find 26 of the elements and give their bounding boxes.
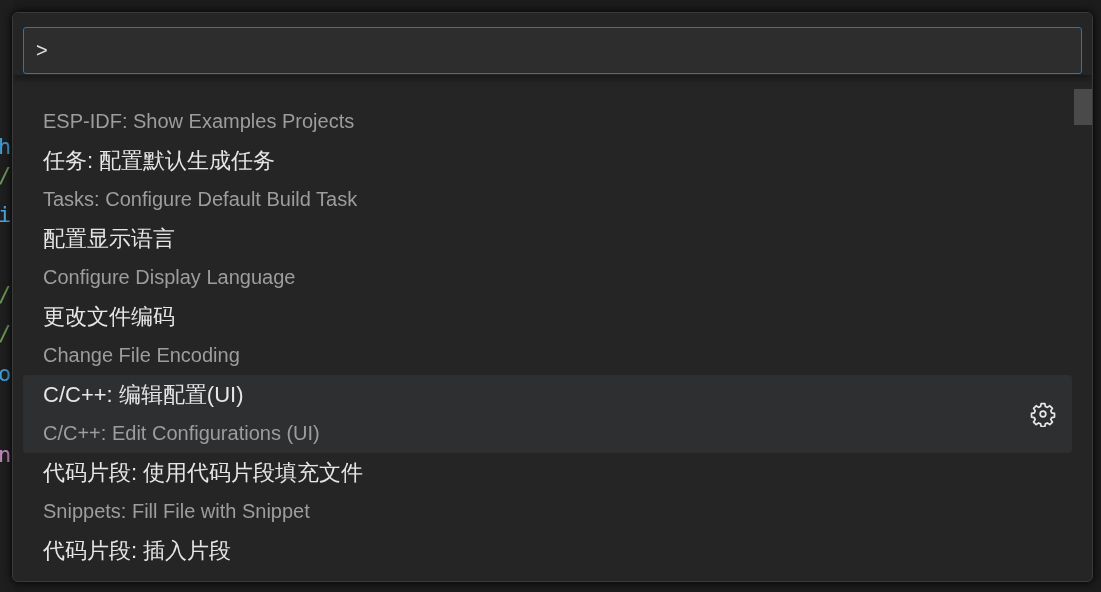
command-item[interactable]: C/C++: 编辑配置(UI) C/C++: Edit Configurations (UI)	[23, 375, 1072, 453]
command-item[interactable]: ESP-IDF: Show Examples Projects	[23, 102, 1072, 141]
command-detail: Snippets: Fill File with Snippet	[43, 499, 311, 524]
command-detail: Change File Encoding	[43, 343, 241, 368]
settings-icon[interactable]	[1030, 401, 1056, 427]
command-label: C/C++: 编辑配置(UI)	[43, 381, 245, 409]
command-item[interactable]: 代码片段: 插入片段	[23, 531, 1072, 570]
command-detail: Tasks: Configure Default Build Task	[43, 187, 359, 212]
code-fragment: i	[0, 203, 12, 227]
code-fragment: h	[0, 135, 12, 159]
command-item[interactable]: 更改文件编码 Change File Encoding	[23, 297, 1072, 375]
scrollbar[interactable]	[1074, 89, 1092, 125]
command-detail: Configure Display Language	[43, 265, 297, 290]
command-label: 代码片段: 使用代码片段填充文件	[43, 459, 365, 487]
command-label: 任务: 配置默认生成任务	[43, 147, 277, 175]
command-input[interactable]: >	[23, 27, 1082, 74]
command-label: 更改文件编码	[43, 303, 176, 331]
command-item[interactable]: 任务: 配置默认生成任务 Tasks: Configure Default Build Task	[23, 141, 1072, 219]
command-item[interactable]: 代码片段: 使用代码片段填充文件 Snippets: Fill File with Snippet	[23, 453, 1072, 531]
command-detail: C/C++: Edit Configurations (UI)	[43, 421, 321, 446]
command-label: 配置显示语言	[43, 225, 176, 253]
command-label: 代码片段: 插入片段	[43, 537, 233, 565]
command-item[interactable]: 配置显示语言 Configure Display Language	[23, 219, 1072, 297]
code-fragment: n	[0, 443, 12, 467]
code-fragment: o	[0, 362, 12, 386]
command-detail: ESP-IDF: Show Examples Projects	[43, 109, 356, 134]
